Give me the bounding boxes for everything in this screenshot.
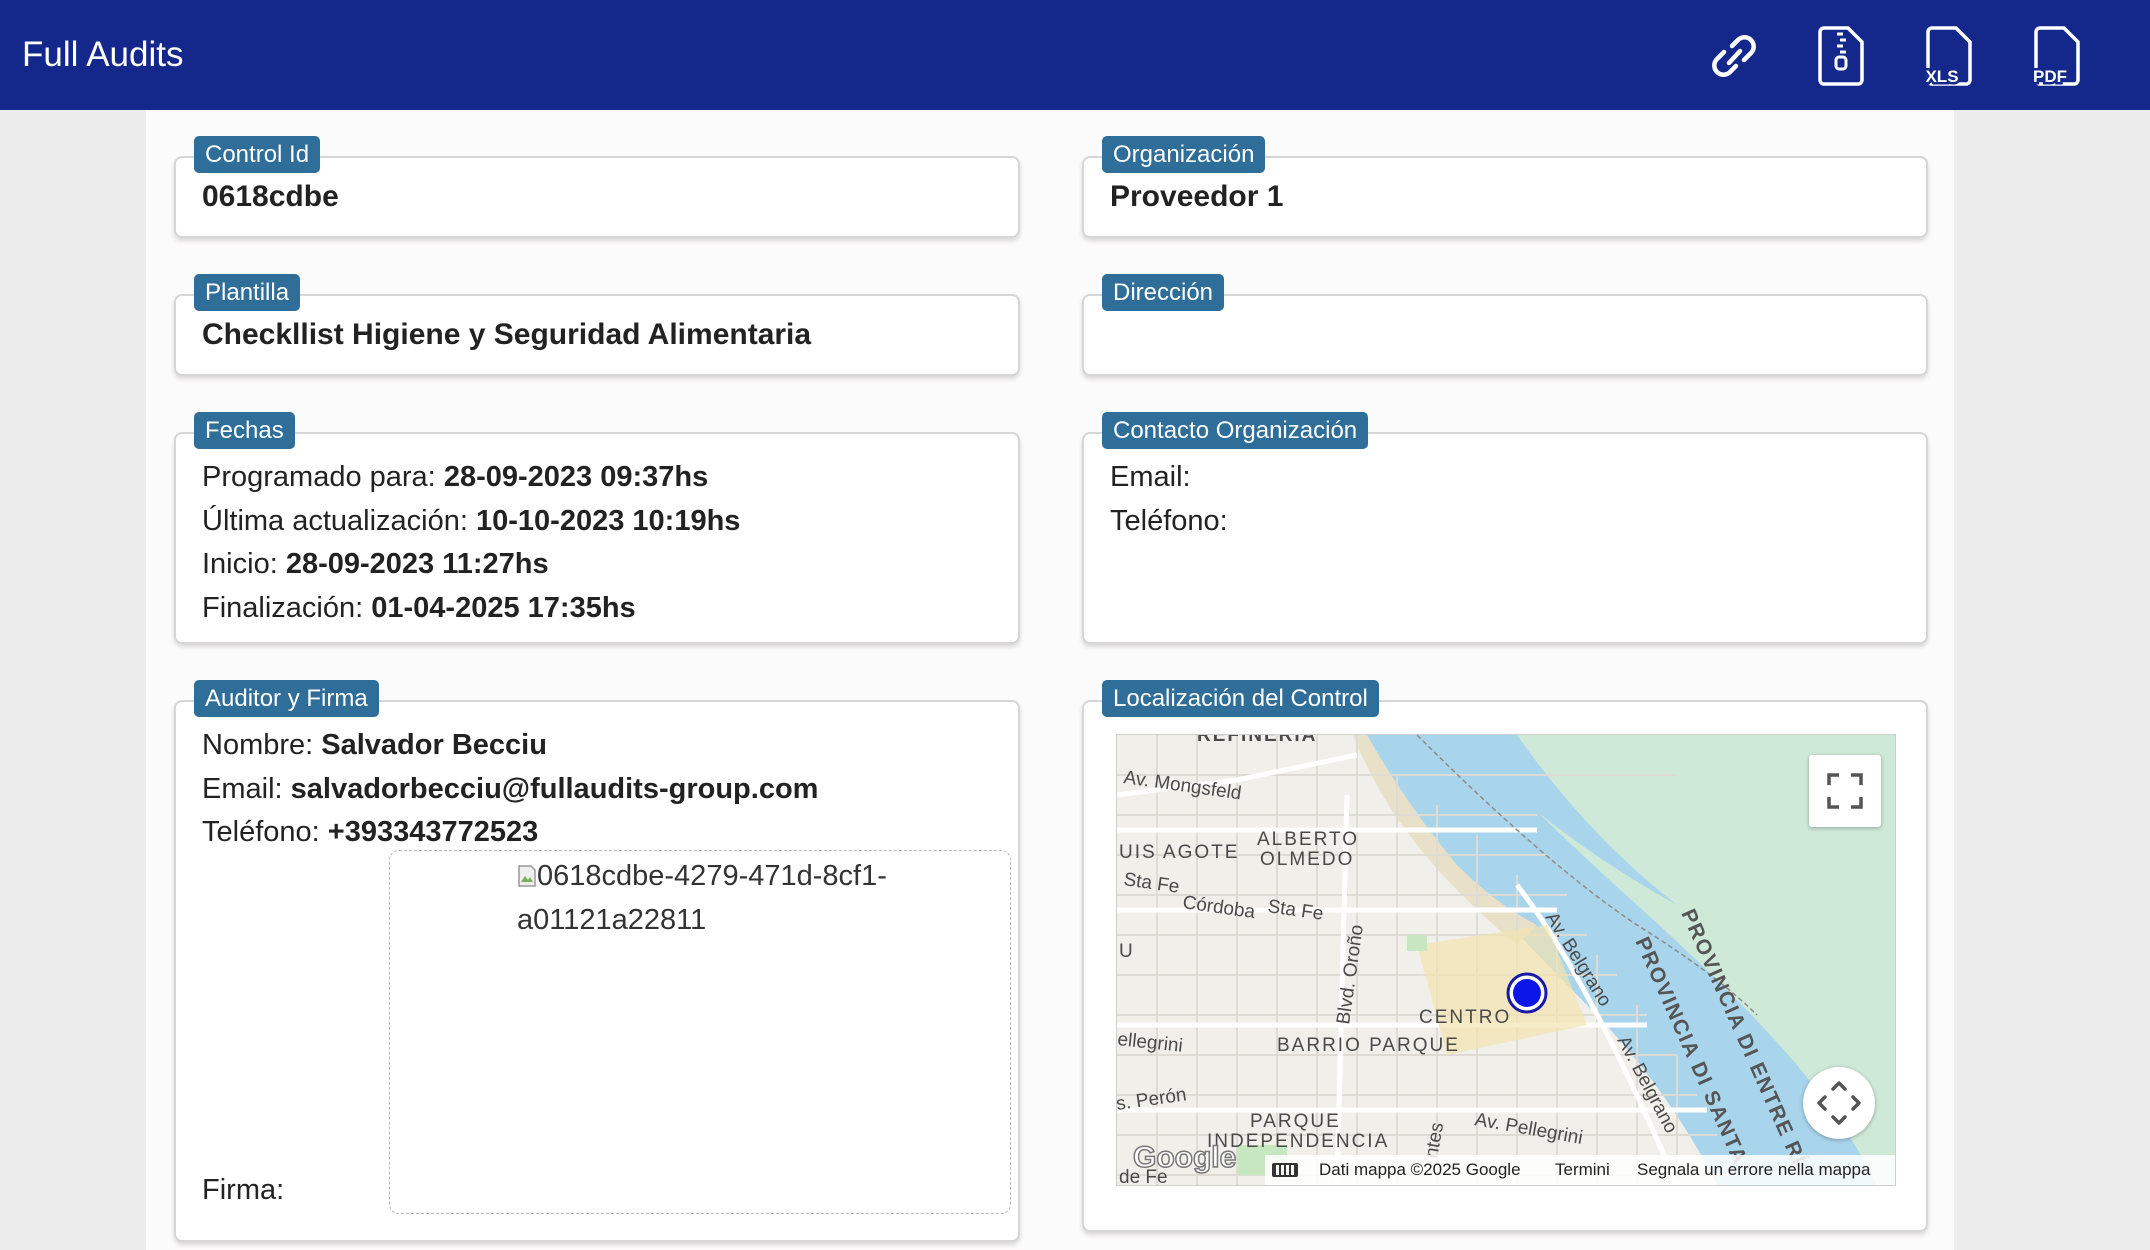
- xls-label: XLS: [1925, 67, 1958, 86]
- auditor-phone-value: +393343772523: [327, 816, 539, 848]
- location-chip: Localización del Control: [1102, 680, 1379, 717]
- address-chip: Dirección: [1102, 274, 1225, 311]
- auditor-email-row: Email: salvadorbecciu@fullaudits-group.c…: [202, 768, 818, 812]
- map-report-error-link[interactable]: Segnala un errore nella mappa: [1637, 1155, 1870, 1185]
- contact-phone-label: Teléfono:: [1110, 504, 1228, 537]
- signature-image-alt: 0618cdbe-4279-471d-8cf1-a01121a22811: [517, 855, 917, 942]
- organization-card: Organización Proveedor 1: [1082, 136, 1928, 238]
- contact-email-row: Email:: [1110, 456, 1228, 500]
- map-label-u: U: [1119, 941, 1133, 962]
- map-label-olmedo: OLMEDO: [1260, 849, 1354, 870]
- map-terms-link[interactable]: Termini: [1555, 1155, 1610, 1185]
- auditor-name-label: Nombre:: [202, 729, 314, 761]
- contact-list: Email: Teléfono:: [1110, 456, 1228, 543]
- contact-email-label: Email:: [1110, 461, 1191, 493]
- auditor-email-value: salvadorbecciu@fullaudits-group.com: [290, 772, 819, 805]
- map-label-alberto: ALBERTO: [1257, 829, 1359, 850]
- dates-chip: Fechas: [194, 412, 295, 449]
- auditor-chip: Auditor y Firma: [194, 680, 379, 717]
- signature-box: 0618cdbe-4279-471d-8cf1-a01121a22811: [389, 850, 1011, 1214]
- location-marker-dot: [1513, 979, 1541, 1007]
- fullscreen-button[interactable]: [1809, 755, 1881, 827]
- auditor-name-row: Nombre: Salvador Becciu: [202, 724, 818, 768]
- xls-download-button[interactable]: XLS: [1920, 24, 1980, 88]
- auditor-email-label: Email:: [202, 772, 283, 805]
- auditor-card: Auditor y Firma Nombre: Salvador Becciu …: [174, 680, 1020, 1242]
- address-card: Dirección: [1082, 274, 1928, 376]
- template-value: Checkllist Higiene y Seguridad Alimentar…: [202, 318, 812, 351]
- auditor-name-value: Salvador Becciu: [321, 729, 547, 761]
- link-button[interactable]: [1704, 24, 1764, 88]
- contact-chip: Contacto Organización: [1102, 412, 1369, 449]
- contact-phone-row: Teléfono:: [1110, 500, 1228, 544]
- updated-label: Última actualización:: [202, 504, 468, 537]
- map-pan-control[interactable]: [1803, 1067, 1875, 1139]
- map-label-agote: UIS AGOTE: [1119, 842, 1239, 863]
- updated-value: 10-10-2023 10:19hs: [476, 504, 741, 537]
- scheduled-row: Programado para: 28-09-2023 09:37hs: [202, 456, 740, 500]
- template-chip: Plantilla: [194, 274, 301, 311]
- map-data-attribution: Dati mappa ©2025 Google: [1319, 1160, 1521, 1179]
- move-arrows-icon: [1817, 1081, 1861, 1125]
- updated-row: Última actualización: 10-10-2023 10:19hs: [202, 500, 740, 544]
- signature-alt-text: 0618cdbe-4279-471d-8cf1-a01121a22811: [517, 860, 887, 936]
- map-attribution-bar: Dati mappa ©2025 Google Termini Segnala …: [1117, 1155, 1895, 1185]
- map-label-centro: CENTRO: [1419, 1007, 1511, 1028]
- signature-label: Firma:: [202, 1174, 285, 1206]
- pdf-download-button[interactable]: PDF: [2028, 24, 2088, 88]
- broken-image-icon: [517, 858, 537, 887]
- start-value: 28-09-2023 11:27hs: [285, 548, 549, 580]
- auditor-phone-row: Teléfono: +393343772523: [202, 811, 818, 855]
- start-row: Inicio: 28-09-2023 11:27hs: [202, 543, 740, 587]
- dates-card: Fechas Programado para: 28-09-2023 09:37…: [174, 412, 1020, 644]
- dates-list: Programado para: 28-09-2023 09:37hs Últi…: [202, 456, 740, 630]
- contact-card: Contacto Organización Email: Teléfono:: [1082, 412, 1928, 644]
- location-card: Localización del Control REFINERIA Av. M…: [1082, 680, 1928, 1232]
- pdf-label: PDF: [2033, 67, 2067, 86]
- map-label-refineria: REFINERIA: [1197, 735, 1317, 746]
- end-value: 01-04-2025 17:35hs: [371, 591, 636, 624]
- pdf-file-icon: PDF: [2031, 26, 2080, 88]
- control-id-chip: Control Id: [194, 136, 321, 173]
- audit-detail: Control Id 0618cdbe Organización Proveed…: [146, 110, 1954, 1250]
- map-label-parque: PARQUE: [1250, 1111, 1341, 1132]
- link-icon: [1712, 35, 1756, 77]
- zip-file-icon: [1818, 26, 1864, 86]
- end-label: Finalización:: [202, 591, 364, 624]
- end-row: Finalización: 01-04-2025 17:35hs: [202, 587, 740, 631]
- start-label: Inicio:: [202, 548, 278, 580]
- organization-chip: Organización: [1102, 136, 1266, 173]
- scheduled-value: 28-09-2023 09:37hs: [443, 461, 709, 493]
- auditor-list: Nombre: Salvador Becciu Email: salvadorb…: [202, 724, 818, 855]
- app-header: Full Audits XLS PDF: [0, 0, 2150, 110]
- zip-download-button[interactable]: [1812, 24, 1872, 88]
- map-canvas[interactable]: REFINERIA Av. Mongsfeld UIS AGOTE ALBERT…: [1117, 735, 1895, 1185]
- auditor-phone-label: Teléfono:: [202, 816, 320, 848]
- template-card: Plantilla Checkllist Higiene y Seguridad…: [174, 274, 1020, 376]
- control-id-card: Control Id 0618cdbe: [174, 136, 1020, 238]
- keyboard-shortcuts-icon[interactable]: [1272, 1163, 1298, 1177]
- control-id-value: 0618cdbe: [202, 180, 339, 213]
- map-view[interactable]: REFINERIA Av. Mongsfeld UIS AGOTE ALBERT…: [1116, 734, 1896, 1186]
- map-label-barrio-parque: BARRIO PARQUE: [1277, 1035, 1460, 1056]
- app-title: Full Audits: [22, 35, 184, 74]
- xls-file-icon: XLS: [1923, 26, 1972, 88]
- fullscreen-icon: [1827, 773, 1863, 809]
- organization-value: Proveedor 1: [1110, 180, 1284, 213]
- scheduled-label: Programado para:: [202, 461, 436, 493]
